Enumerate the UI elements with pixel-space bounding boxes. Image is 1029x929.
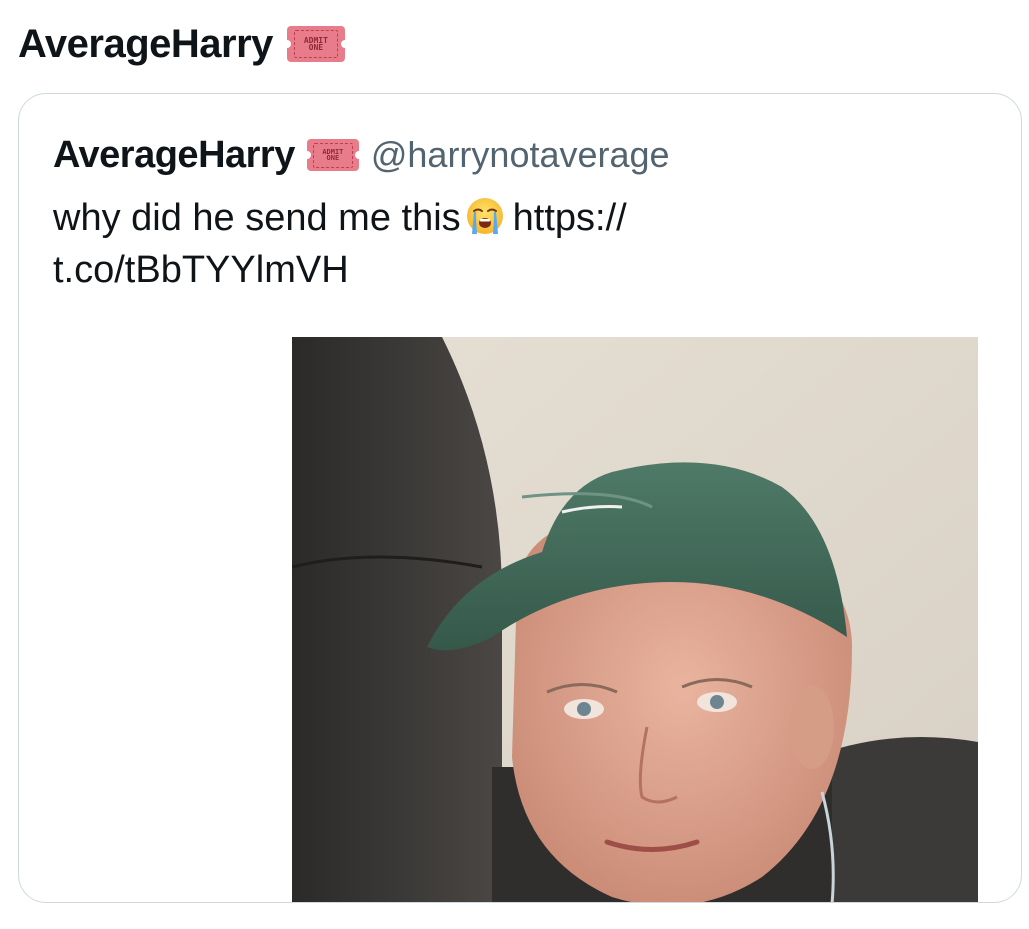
quoted-tweet-header: AverageHarry ADMIT ONE @harrynotaverage: [53, 132, 670, 178]
selfie-photo: [292, 337, 978, 902]
quoted-tweet-card[interactable]: AverageHarry ADMIT ONE @harrynotaverage …: [18, 93, 1022, 903]
ticket-text-one: ONE: [308, 43, 324, 52]
author-name[interactable]: AverageHarry: [18, 24, 273, 64]
quoted-author-handle: @harrynotaverage: [370, 134, 670, 175]
tweet-media-image[interactable]: [292, 337, 978, 902]
tweet-link[interactable]: https://: [513, 197, 627, 239]
quoted-tweet-text: why did he send me this https:// t.co/tB…: [53, 192, 813, 296]
quoted-author-name: AverageHarry: [53, 134, 295, 176]
loudly-crying-face-icon: [466, 198, 503, 234]
tweet-author[interactable]: AverageHarry ADMIT ONE: [18, 18, 345, 70]
tweet-text-line2[interactable]: t.co/tBbTYYlmVH: [53, 244, 813, 296]
ticket-text-one: ONE: [326, 154, 340, 162]
admit-one-ticket-icon: ADMIT ONE: [286, 26, 345, 62]
tweet-text-line1: why did he send me this: [53, 197, 461, 239]
admit-one-ticket-icon: ADMIT ONE: [306, 139, 359, 171]
